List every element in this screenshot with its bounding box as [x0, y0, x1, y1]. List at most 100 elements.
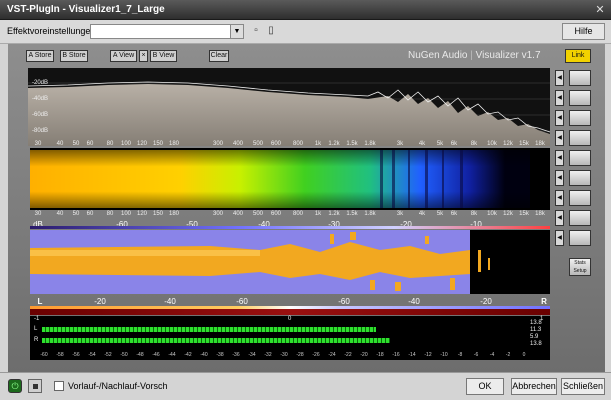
freq-tick: 500: [252, 211, 264, 217]
freq-tick: 80: [106, 211, 114, 217]
chevron-down-icon[interactable]: ▼: [230, 25, 243, 38]
spectrum-graph: -20dB -40dB -60dB -80dB: [27, 68, 551, 146]
spectrogram-svg: [30, 148, 550, 210]
a-view-button[interactable]: A View: [110, 50, 137, 62]
side-arrow-icon[interactable]: ◀: [555, 190, 564, 206]
lr-tick: -40: [164, 297, 176, 306]
freq-tick: 120: [136, 211, 148, 217]
freq-tick: 60: [86, 211, 94, 217]
freq-tick: 10k: [487, 141, 497, 147]
help-button[interactable]: Hilfe: [562, 23, 605, 40]
freq-tick: 100: [120, 211, 132, 217]
meter-scale-tick: -8: [457, 352, 463, 358]
bypass-button[interactable]: [28, 379, 42, 393]
b-store-button[interactable]: B Store: [60, 50, 88, 62]
freq-tick: 30: [34, 141, 42, 147]
stereo-svg: [30, 230, 550, 294]
meter-scale-tick: -40: [200, 352, 208, 358]
side-arrow-icon[interactable]: ◀: [555, 90, 564, 106]
freq-tick: 800: [292, 211, 304, 217]
correlation-bar: [30, 309, 550, 315]
swap-view-button[interactable]: ×: [139, 50, 148, 62]
display-mode-4-button[interactable]: [569, 130, 591, 146]
brand-logo: NuGen Audio | Visualizer v1.7: [408, 50, 541, 61]
stereo-top-colorbar: [30, 226, 550, 229]
meter-scale-tick: -18: [376, 352, 384, 358]
brand-product: Visualizer v1.7: [475, 50, 541, 61]
brand-company: NuGen Audio: [408, 50, 468, 61]
freq-tick: 800: [292, 141, 304, 147]
right-channel-label: R: [541, 297, 547, 306]
meter-scale-tick: -42: [184, 352, 192, 358]
freq-tick: 500: [252, 141, 264, 147]
freq-tick: 400: [232, 211, 244, 217]
power-icon[interactable]: ⏻: [8, 379, 22, 393]
freq-tick: 12k: [503, 141, 513, 147]
freq-tick: 8k: [470, 141, 478, 147]
lr-tick: -20: [480, 297, 492, 306]
meter-left-label: L: [34, 326, 38, 332]
side-arrow-icon[interactable]: ◀: [555, 230, 564, 246]
bottom-bar: ⏻ Vorlauf-/Nachlauf-Vorsch OK Abbrechen …: [0, 372, 611, 400]
stats-setup-button[interactable]: Stats Setup: [569, 258, 591, 276]
side-arrow-icon[interactable]: ◀: [555, 170, 564, 186]
cancel-button[interactable]: Abbrechen: [511, 378, 557, 395]
preroll-label: Vorlauf-/Nachlauf-Vorsch: [68, 381, 168, 391]
meter-value: 11.3: [530, 327, 542, 333]
display-mode-2-button[interactable]: [569, 90, 591, 106]
meter-scale-tick: -58: [56, 352, 64, 358]
display-mode-3-button[interactable]: [569, 110, 591, 126]
display-mode-9-button[interactable]: [569, 230, 591, 246]
meter-scale-tick: -36: [232, 352, 240, 358]
side-arrow-icon[interactable]: ◀: [555, 130, 564, 146]
freq-tick: 400: [232, 141, 244, 147]
clear-button[interactable]: Clear: [209, 50, 229, 62]
ok-button[interactable]: OK: [466, 378, 504, 395]
freq-tick: 18k: [535, 141, 545, 147]
freq-tick: 1.8k: [364, 141, 376, 147]
meter-scale-tick: -56: [72, 352, 80, 358]
db-label: -40dB: [32, 96, 49, 102]
link-button[interactable]: Link: [565, 49, 591, 63]
close-button[interactable]: Schließen: [561, 378, 605, 395]
level-meters: -1 0 1 L R 13.8 11.3 5.9 13.8 -60 -58 -56-…: [30, 316, 550, 360]
freq-tick: 6k: [450, 141, 458, 147]
meter-scale: -60 -58 -56 -54 -52 -50 -48 -46 -44 -42 -40 -38 -36-…: [30, 352, 550, 360]
stereo-field: [30, 230, 550, 294]
side-arrow-icon[interactable]: ◀: [555, 210, 564, 226]
a-store-button[interactable]: A Store: [26, 50, 54, 62]
side-arrow-icon[interactable]: ◀: [555, 110, 564, 126]
display-mode-1-button[interactable]: [569, 70, 591, 86]
spectrogram: [30, 148, 550, 210]
freq-tick: 4k: [418, 141, 426, 147]
meter-scale-tick: -38: [216, 352, 224, 358]
freq-tick: 18k: [535, 211, 545, 217]
freq-tick: 50: [72, 141, 80, 147]
display-mode-6-button[interactable]: [569, 170, 591, 186]
delete-preset-icon[interactable]: ▯: [265, 25, 277, 38]
right-level-bar: [42, 338, 390, 343]
close-icon[interactable]: ✕: [593, 3, 607, 17]
plugin-window: VST-PlugIn - Visualizer1_7_Large ✕ Effek…: [0, 0, 611, 400]
freq-tick: 5k: [436, 211, 444, 217]
b-view-button[interactable]: B View: [150, 50, 177, 62]
meter-scale-tick: -6: [473, 352, 479, 358]
meter-scale-tick: -28: [296, 352, 304, 358]
side-arrow-icon[interactable]: ◀: [555, 150, 564, 166]
display-mode-7-button[interactable]: [569, 190, 591, 206]
preset-select[interactable]: ▼: [90, 24, 244, 39]
save-preset-icon[interactable]: ▫: [250, 25, 262, 38]
meter-scale-tick: -2: [505, 352, 511, 358]
freq-tick: 8k: [470, 211, 478, 217]
meter-value: 13.8: [530, 341, 542, 347]
side-arrow-icon[interactable]: ◀: [555, 70, 564, 86]
display-mode-5-button[interactable]: [569, 150, 591, 166]
freq-tick: 300: [212, 141, 224, 147]
freq-tick: 1k: [314, 211, 322, 217]
preroll-checkbox[interactable]: [54, 381, 64, 391]
spectrogram-freq-axis: 30 40 50 60 80 100 120 150 180 300 400 5…: [30, 210, 550, 220]
freq-tick: 1k: [314, 141, 322, 147]
freq-tick: 3k: [396, 211, 404, 217]
freq-tick: 5k: [436, 141, 444, 147]
display-mode-8-button[interactable]: [569, 210, 591, 226]
